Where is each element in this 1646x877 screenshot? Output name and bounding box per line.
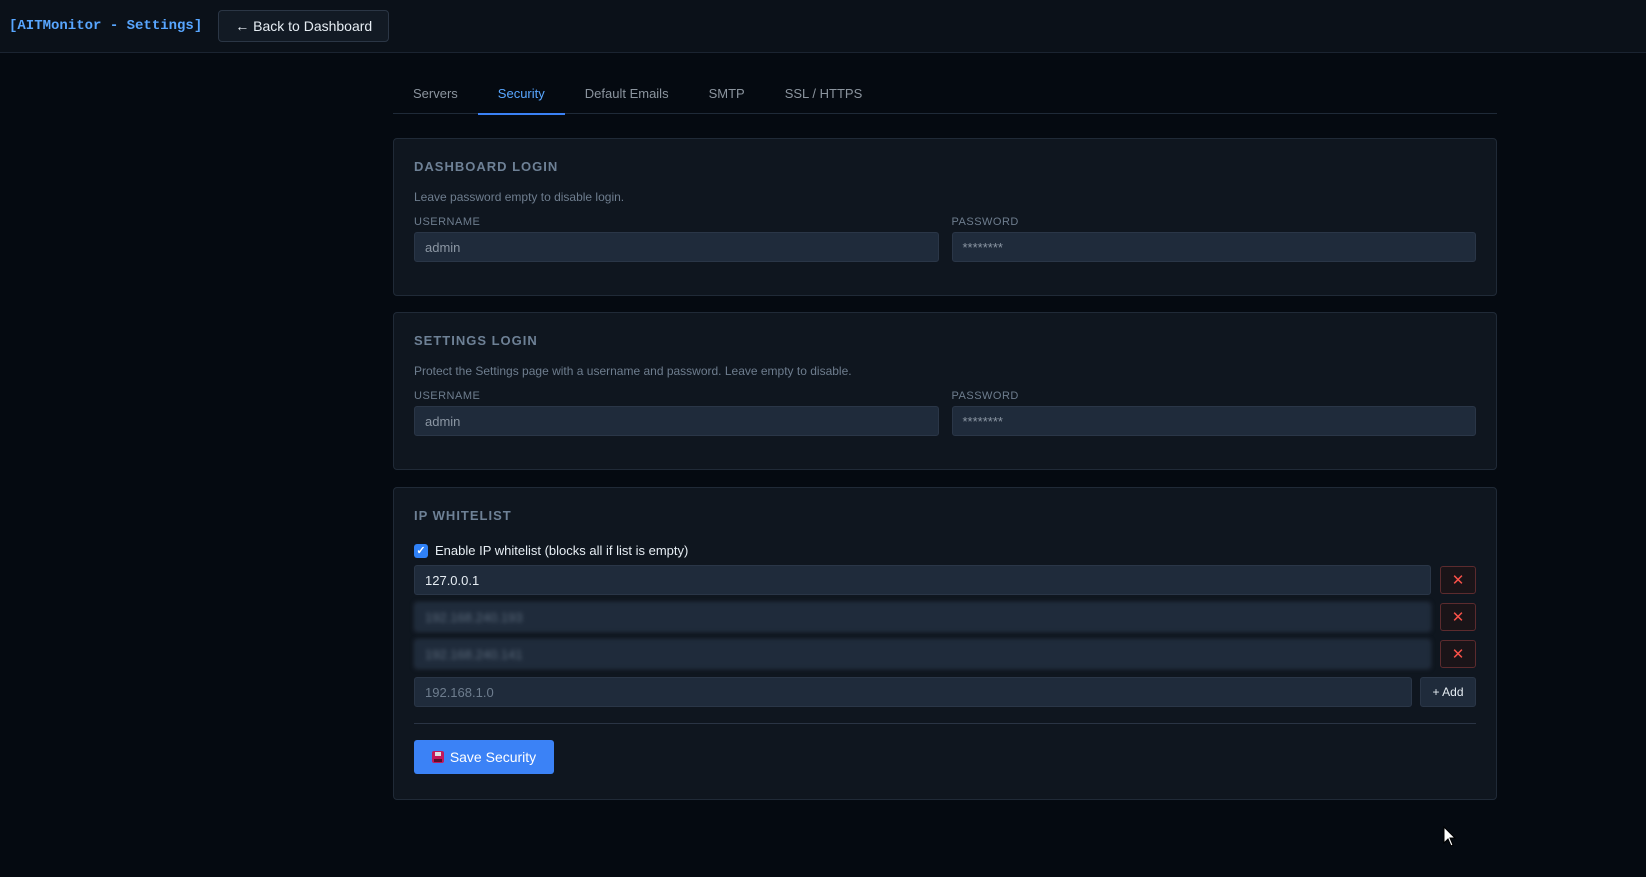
close-icon: ✕ [1451,609,1465,626]
ip-whitelist-checkbox[interactable]: ✓ [414,543,428,558]
settings-login-description: Protect the Settings page with a usernam… [414,364,852,378]
divider [414,723,1476,724]
add-ip-button[interactable]: + Add [1420,677,1476,707]
dashboard-login-fields: USERNAME admin PASSWORD ******** [414,216,1476,262]
ip-whitelist-enable-label: Enable IP whitelist (blocks all if list … [435,543,689,558]
ip-whitelist-card: IP WHITELIST ✓ Enable IP whitelist (bloc… [393,487,1497,800]
close-icon: ✕ [1451,646,1465,663]
tab-smtp[interactable]: SMTP [689,79,765,114]
ip-entry-row: 192.168.240.193 ✕ [414,602,1476,632]
tab-security[interactable]: Security [477,79,565,115]
ip-entry-input[interactable]: 127.0.0.1 [414,565,1431,595]
mouse-cursor-icon [1443,826,1457,847]
settings-login-card: SETTINGS LOGIN Protect the Settings page… [393,312,1497,470]
ip-entry-input[interactable]: 192.168.240.193 [414,602,1431,632]
tab-ssl-https[interactable]: SSL / HTTPS [765,79,883,114]
remove-ip-button[interactable]: ✕ [1440,603,1476,631]
dashboard-login-card: DASHBOARD LOGIN Leave password empty to … [393,138,1497,296]
dashboard-password-input[interactable]: ******** [951,232,1476,262]
app-title: [AITMonitor - Settings] [9,18,203,34]
settings-username-field: USERNAME admin [414,390,939,436]
back-to-dashboard-button[interactable]: ← Back to Dashboard [218,10,390,42]
dashboard-username-field: USERNAME admin [414,216,939,262]
dashboard-login-description: Leave password empty to disable login. [414,190,625,204]
dashboard-password-label: PASSWORD [951,216,1019,228]
settings-password-input[interactable]: ******** [951,406,1476,436]
settings-login-fields: USERNAME admin PASSWORD ******** [414,390,1476,436]
settings-main: Servers Security Default Emails SMTP SSL… [393,53,1497,800]
remove-ip-button[interactable]: ✕ [1440,640,1476,668]
settings-login-title: SETTINGS LOGIN [414,333,538,348]
remove-ip-button[interactable]: ✕ [1440,566,1476,594]
dashboard-password-field: PASSWORD ******** [951,216,1476,262]
tab-default-emails[interactable]: Default Emails [565,79,689,114]
save-security-button[interactable]: Save Security [414,740,554,774]
ip-entry-row: 192.168.240.141 ✕ [414,639,1476,669]
settings-tabs: Servers Security Default Emails SMTP SSL… [393,79,1497,115]
ip-whitelist-toggle[interactable]: ✓ Enable IP whitelist (blocks all if lis… [414,543,1476,558]
ip-whitelist-title: IP WHITELIST [414,508,512,523]
save-security-label: Save Security [449,749,537,765]
close-icon: ✕ [1451,572,1465,589]
dashboard-username-input[interactable]: admin [414,232,939,262]
ip-entry-input[interactable]: 192.168.240.141 [414,639,1431,669]
floppy-disk-icon [431,751,444,763]
settings-username-label: USERNAME [414,390,481,402]
settings-password-field: PASSWORD ******** [951,390,1476,436]
settings-password-label: PASSWORD [951,390,1019,402]
new-ip-input[interactable]: 192.168.1.0 [414,677,1412,707]
ip-entry-row: 127.0.0.1 ✕ [414,565,1476,595]
top-bar: [AITMonitor - Settings] ← Back to Dashbo… [0,0,1646,53]
settings-username-input[interactable]: admin [414,406,939,436]
add-ip-row: 192.168.1.0 + Add [414,677,1476,707]
dashboard-username-label: USERNAME [414,216,481,228]
tab-servers[interactable]: Servers [393,79,478,114]
dashboard-login-title: DASHBOARD LOGIN [414,159,559,174]
